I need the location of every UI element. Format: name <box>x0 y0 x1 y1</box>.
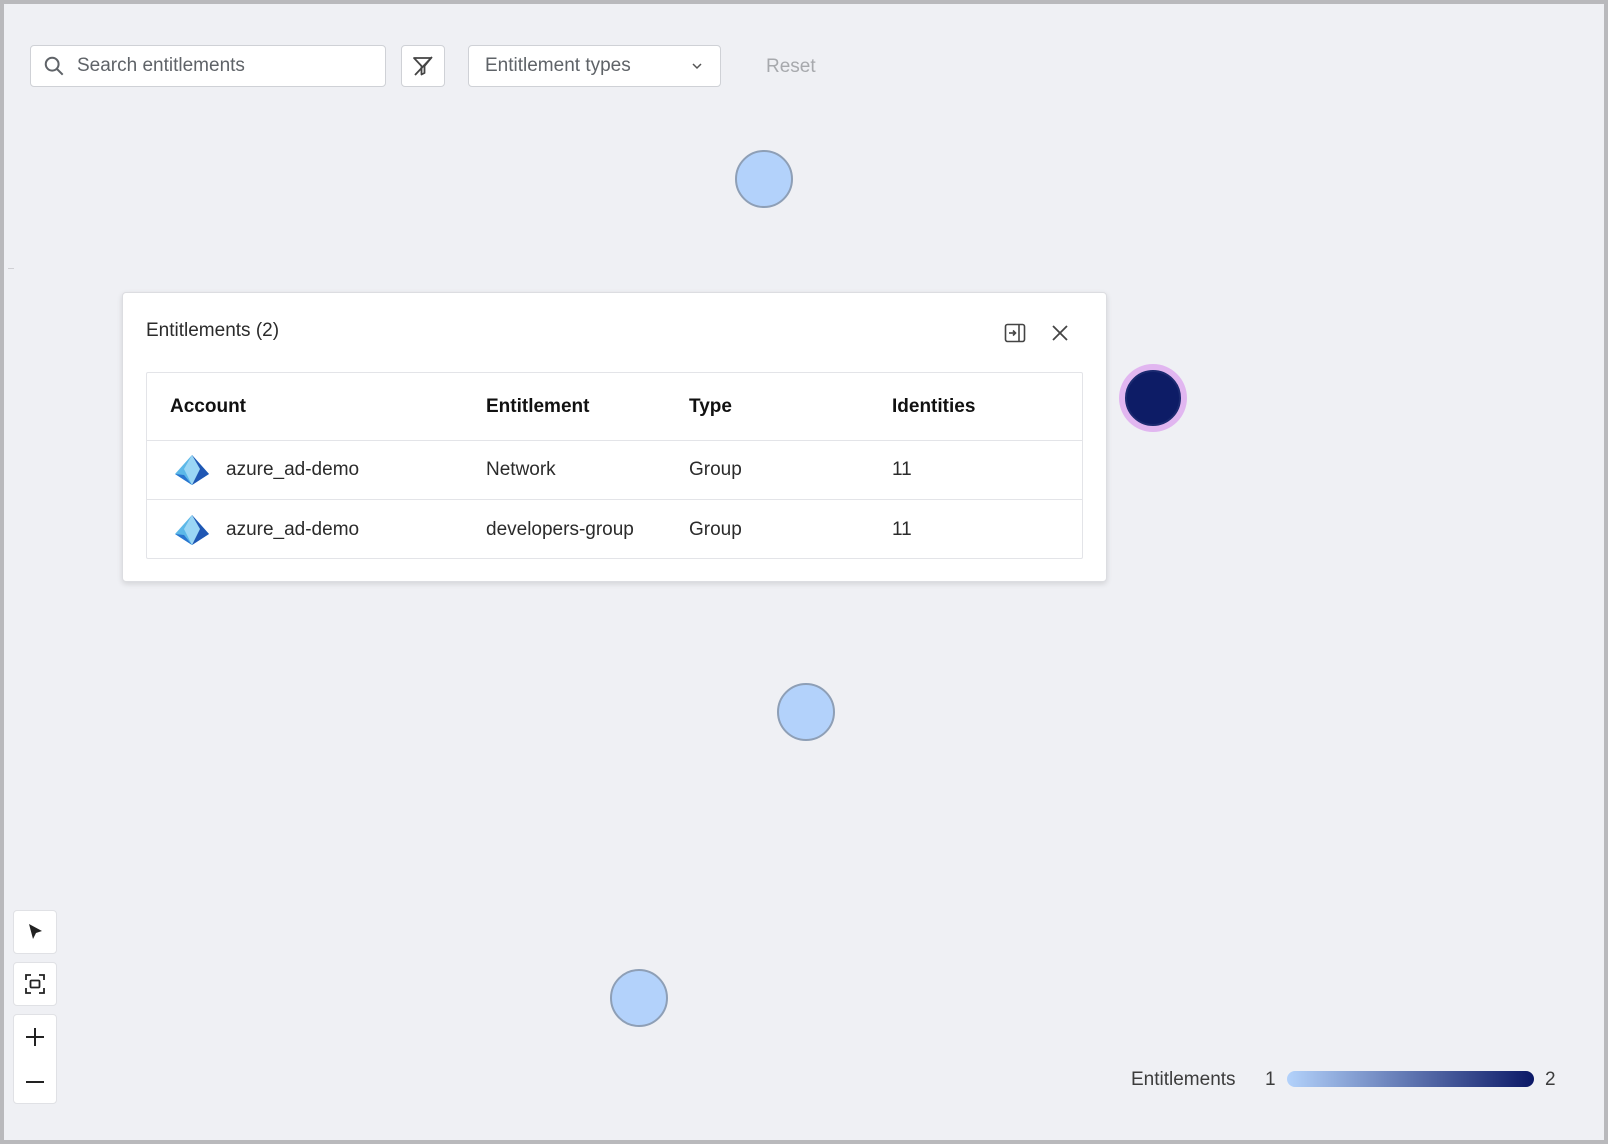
filter-clear-icon <box>413 56 433 76</box>
pointer-icon <box>29 924 42 939</box>
close-panel-button[interactable] <box>1046 319 1074 347</box>
azure-ad-icon <box>175 514 209 545</box>
account-name: azure_ad-demo <box>226 459 360 480</box>
account-name: azure_ad-demo <box>226 518 360 540</box>
plus-icon <box>26 1028 44 1046</box>
entitlement-types-select[interactable]: Entitlement types <box>468 45 721 87</box>
app-frame: Entitlement types Reset Entitlements (2) <box>0 0 1608 1144</box>
column-header-identities[interactable]: Identities <box>892 396 975 418</box>
entitlements-panel: Entitlements (2) Account Entitlement Typ… <box>122 292 1107 582</box>
panel-title: Entitlements (2) <box>146 320 280 341</box>
table-header: Account Entitlement Type Identities <box>147 373 1082 441</box>
chevron-down-icon <box>692 63 702 70</box>
identities-count: 11 <box>892 518 912 540</box>
graph-node[interactable] <box>735 150 793 208</box>
zoom-out-button[interactable] <box>14 1060 56 1104</box>
entitlements-table: Account Entitlement Type Identities azur… <box>146 372 1083 559</box>
reset-button[interactable]: Reset <box>766 56 816 78</box>
select-tool-button[interactable] <box>13 910 57 954</box>
close-icon <box>1052 325 1068 341</box>
dock-panel-icon <box>1004 323 1026 343</box>
graph-canvas[interactable]: Entitlement types Reset Entitlements (2) <box>4 4 1604 1140</box>
zoom-in-button[interactable] <box>14 1015 56 1059</box>
column-header-account[interactable]: Account <box>170 396 246 418</box>
dock-panel-button[interactable] <box>1001 319 1029 347</box>
entitlement-name: Network <box>486 459 556 480</box>
graph-node[interactable] <box>777 683 835 741</box>
column-header-type[interactable]: Type <box>689 396 732 418</box>
column-header-entitlement[interactable]: Entitlement <box>486 396 589 418</box>
zoom-controls <box>13 1014 57 1104</box>
search-input[interactable] <box>75 54 385 78</box>
graph-node-selected[interactable] <box>1125 370 1181 426</box>
identities-count: 11 <box>892 459 912 480</box>
search-box[interactable] <box>30 45 386 87</box>
legend-gradient-bar <box>1287 1071 1534 1087</box>
table-row[interactable]: azure_ad-demo developers-group Group 11 <box>147 500 1082 559</box>
fit-view-button[interactable] <box>13 962 57 1006</box>
table-row[interactable]: azure_ad-demo Network Group 11 <box>147 441 1082 500</box>
legend-min-value: 1 <box>1265 1069 1276 1090</box>
legend-label: Entitlements <box>1131 1069 1236 1090</box>
legend-max-value: 2 <box>1545 1069 1556 1090</box>
clear-filter-button[interactable] <box>401 45 445 87</box>
entitlement-name: developers-group <box>486 518 634 540</box>
entitlement-type: Group <box>689 459 742 480</box>
minus-icon <box>26 1081 44 1083</box>
search-icon <box>44 56 64 76</box>
fit-view-icon <box>25 974 45 994</box>
entitlement-type: Group <box>689 518 742 540</box>
canvas-divider <box>8 268 14 269</box>
entitlement-types-label: Entitlement types <box>485 55 631 76</box>
graph-node[interactable] <box>610 969 668 1027</box>
azure-ad-icon <box>175 455 209 485</box>
